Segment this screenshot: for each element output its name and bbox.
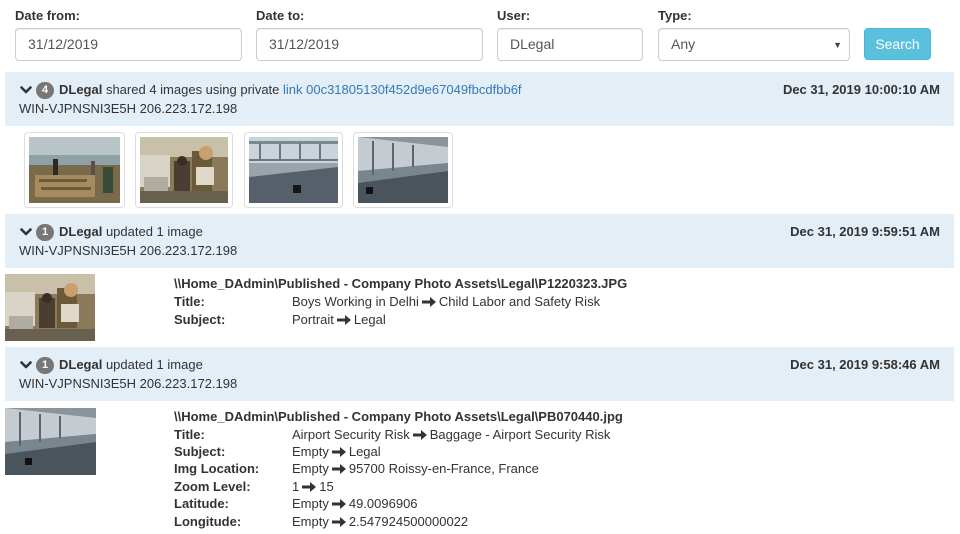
field-new-value: 2.547924500000022	[348, 514, 469, 529]
field-change: Portrait Legal	[292, 312, 386, 327]
field-key: Subject:	[174, 444, 226, 459]
event-summary: DLegal shared 4 images using private lin…	[59, 82, 522, 97]
field-old-value: 1	[292, 479, 300, 494]
field-change: Empty 2.547924500000022	[292, 514, 468, 529]
count-badge: 1	[36, 224, 54, 241]
field-old-value: Empty	[292, 461, 329, 476]
field-new-value: Legal	[353, 312, 386, 327]
field-change: Empty 95700 Roissy-en-France, France	[292, 461, 539, 476]
field-key: Title:	[174, 427, 205, 442]
field-new-value: Child Labor and Safety Risk	[438, 294, 601, 309]
event-date: Dec 31, 2019 9:58:46 AM	[790, 357, 940, 372]
date-from-label: Date from:	[15, 8, 81, 23]
field-new-value: Legal	[348, 444, 381, 459]
event-summary: DLegal updated 1 image	[59, 224, 203, 239]
chevron-down-icon[interactable]	[20, 84, 32, 96]
event-action: updated 1 image	[102, 224, 203, 239]
event-header[interactable]: 1 DLegal updated 1 image WIN-VJPNSNI3E5H…	[5, 214, 954, 268]
caret-down-icon: ▼	[833, 40, 842, 50]
user-input[interactable]: DLegal	[497, 28, 643, 61]
field-key: Zoom Level:	[174, 479, 251, 494]
chevron-down-icon[interactable]	[20, 226, 32, 238]
field-row: Img Location: Empty 95700 Roissy-en-Franc…	[174, 461, 634, 478]
corridor-photo	[358, 137, 448, 203]
arrow-right-icon	[332, 447, 346, 457]
field-old-value: Empty	[292, 514, 329, 529]
event-user: DLegal	[59, 357, 103, 372]
field-row: Zoom Level: 1 15	[174, 479, 634, 496]
user-label: User:	[497, 8, 531, 23]
field-key: Longitude:	[174, 514, 242, 529]
field-change: Empty Legal	[292, 444, 381, 459]
type-select[interactable]: Any ▼	[658, 28, 850, 61]
event-header[interactable]: 1 DLegal updated 1 image WIN-VJPNSNI3E5H…	[5, 347, 954, 401]
street-photo	[5, 274, 95, 341]
walkway-photo	[249, 137, 338, 203]
event-date: Dec 31, 2019 10:00:10 AM	[782, 82, 940, 97]
type-select-value: Any	[671, 36, 696, 52]
field-new-value: Baggage - Airport Security Risk	[429, 427, 611, 442]
street-photo	[140, 137, 228, 203]
field-key: Subject:	[174, 312, 226, 327]
event-host: WIN-VJPNSNI3E5H 206.223.172.198	[19, 101, 238, 116]
arrow-right-icon	[422, 297, 436, 307]
arrow-right-icon	[332, 464, 346, 474]
field-row: Subject: Portrait Legal	[174, 312, 634, 329]
event-date: Dec 31, 2019 9:59:51 AM	[790, 224, 940, 239]
thumbnail-corridor[interactable]	[353, 132, 453, 208]
type-label: Type:	[658, 8, 692, 23]
thumbnail-boys-field[interactable]	[24, 132, 125, 208]
event-user: DLegal	[59, 224, 103, 239]
field-row: Latitude: Empty 49.0096906	[174, 496, 634, 513]
event-host: WIN-VJPNSNI3E5H 206.223.172.198	[19, 376, 238, 391]
field-change: Boys Working in Delhi Child Labor and Saf…	[292, 294, 600, 309]
field-row: Subject: Empty Legal	[174, 444, 634, 461]
file-path: \\Home_DAdmin\Published - Company Photo …	[174, 409, 623, 424]
field-old-value: Boys Working in Delhi	[292, 294, 419, 309]
boys-field-photo	[29, 137, 120, 203]
date-from-input[interactable]: 31/12/2019	[15, 28, 242, 61]
arrow-right-icon	[332, 499, 346, 509]
chevron-down-icon[interactable]	[20, 359, 32, 371]
count-badge: 4	[36, 82, 54, 99]
event-host: WIN-VJPNSNI3E5H 206.223.172.198	[19, 243, 238, 258]
event-action: shared 4 images using private	[102, 82, 283, 97]
field-change: Airport Security Risk Baggage - Airport S…	[292, 427, 610, 442]
image-preview[interactable]	[5, 408, 96, 475]
event-action: updated 1 image	[102, 357, 203, 372]
arrow-right-icon	[332, 517, 346, 527]
thumbnail-walkway[interactable]	[244, 132, 343, 208]
count-badge: 1	[36, 357, 54, 374]
field-new-value: 49.0096906	[348, 496, 418, 511]
event-summary: DLegal updated 1 image	[59, 357, 203, 372]
event-header[interactable]: 4 DLegal shared 4 images using private l…	[5, 72, 954, 126]
field-new-value: 95700 Roissy-en-France, France	[348, 461, 539, 476]
field-change: Empty 49.0096906	[292, 496, 418, 511]
arrow-right-icon	[413, 430, 427, 440]
field-change: 1 15	[292, 479, 334, 494]
field-key: Latitude:	[174, 496, 229, 511]
field-old-value: Portrait	[292, 312, 334, 327]
date-to-label: Date to:	[256, 8, 305, 23]
field-key: Title:	[174, 294, 205, 309]
filter-bar: Date from: 31/12/2019 Date to: 31/12/201…	[0, 0, 960, 66]
search-button[interactable]: Search	[864, 28, 931, 60]
image-preview[interactable]	[5, 274, 95, 341]
date-to-input[interactable]: 31/12/2019	[256, 28, 483, 61]
corridor-photo	[5, 408, 96, 475]
field-old-value: Empty	[292, 496, 329, 511]
arrow-right-icon	[337, 315, 351, 325]
arrow-right-icon	[302, 482, 316, 492]
thumbnail-street[interactable]	[135, 132, 233, 208]
field-row: Title: Boys Working in Delhi Child Labor …	[174, 294, 634, 311]
event-user: DLegal	[59, 82, 103, 97]
share-link[interactable]: link 00c31805130f452d9e67049fbcdfbb6f	[283, 82, 522, 97]
field-key: Img Location:	[174, 461, 260, 476]
file-path: \\Home_DAdmin\Published - Company Photo …	[174, 276, 628, 291]
field-row: Title: Airport Security Risk Baggage - Ai…	[174, 427, 634, 444]
field-new-value: 15	[319, 479, 334, 494]
field-row: Longitude: Empty 2.547924500000022	[174, 514, 634, 531]
field-old-value: Empty	[292, 444, 329, 459]
field-old-value: Airport Security Risk	[292, 427, 410, 442]
